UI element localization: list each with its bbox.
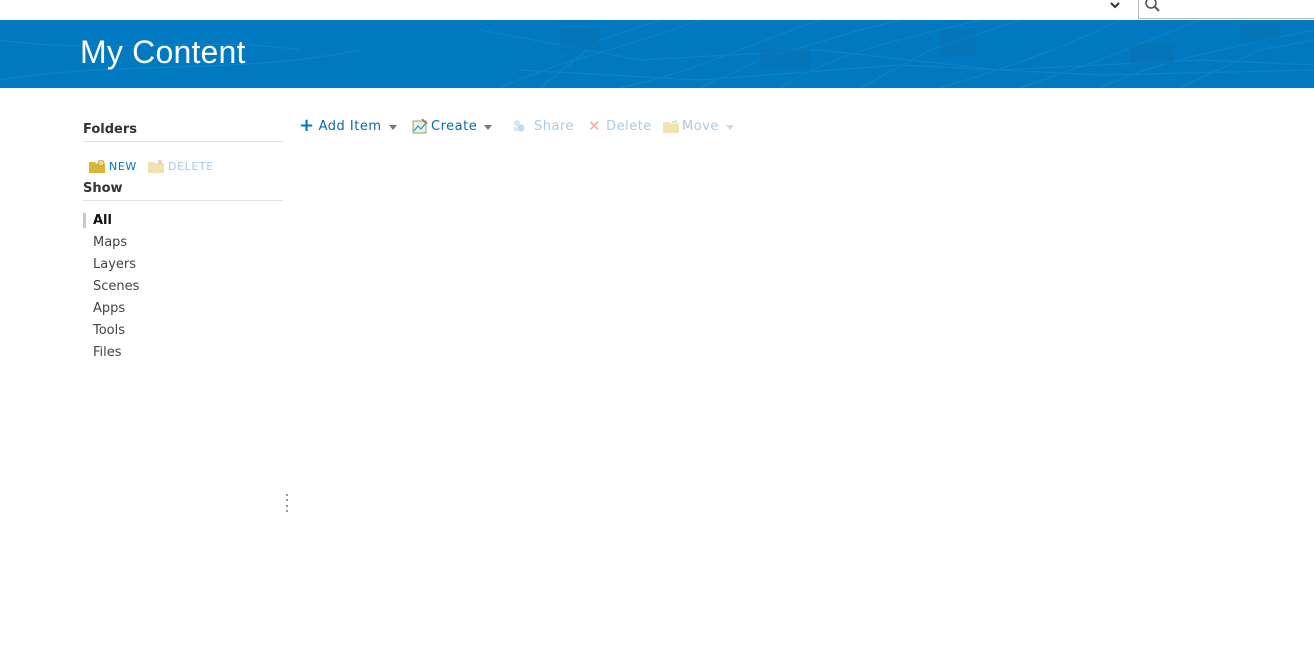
search-icon[interactable] [1144,0,1160,13]
new-folder-icon [89,160,105,173]
search-input[interactable] [1138,0,1314,19]
new-folder-button[interactable]: NEW [89,160,137,173]
show-item-all[interactable]: All [83,212,139,234]
move-button[interactable]: Move [663,115,734,137]
plus-icon: + [299,115,315,136]
move-folder-icon [663,119,679,133]
caret-down-icon [725,124,734,130]
caret-down-icon [484,124,493,130]
create-map-icon [412,118,428,133]
delete-folder-button[interactable]: DELETE [148,160,214,173]
folders-title: Folders [83,118,283,142]
show-item-maps[interactable]: Maps [83,234,139,256]
share-button[interactable]: Share [511,115,574,137]
show-item-files[interactable]: Files [83,344,139,366]
show-item-layers[interactable]: Layers [83,256,139,278]
show-item-apps[interactable]: Apps [83,300,139,322]
sidebar-resize-handle[interactable] [285,494,289,512]
delete-button[interactable]: ✕ Delete [588,115,652,137]
page-title: My Content [80,34,246,70]
add-item-label: Add Item [318,118,382,134]
caret-down-icon [388,124,397,130]
delete-folder-label: DELETE [168,160,214,173]
move-label: Move [682,118,719,134]
chevron-down-icon[interactable] [1108,0,1122,10]
sidebar: Folders NEW DELETE Show All Maps Layers … [83,118,283,360]
show-item-tools[interactable]: Tools [83,322,139,344]
delete-folder-icon [148,160,164,173]
create-button[interactable]: Create [412,115,493,137]
close-icon: ✕ [588,117,602,135]
show-item-scenes[interactable]: Scenes [83,278,139,300]
add-item-button[interactable]: + Add Item [299,115,397,137]
top-navigation-bar [0,0,1314,20]
share-label: Share [534,118,575,134]
delete-label: Delete [606,118,652,134]
show-title: Show [83,177,283,201]
page-banner: My Content [0,20,1314,88]
share-icon [513,120,525,132]
show-filter-list: All Maps Layers Scenes Apps Tools Files [83,212,139,366]
new-folder-label: NEW [109,160,137,173]
create-label: Create [431,118,478,134]
